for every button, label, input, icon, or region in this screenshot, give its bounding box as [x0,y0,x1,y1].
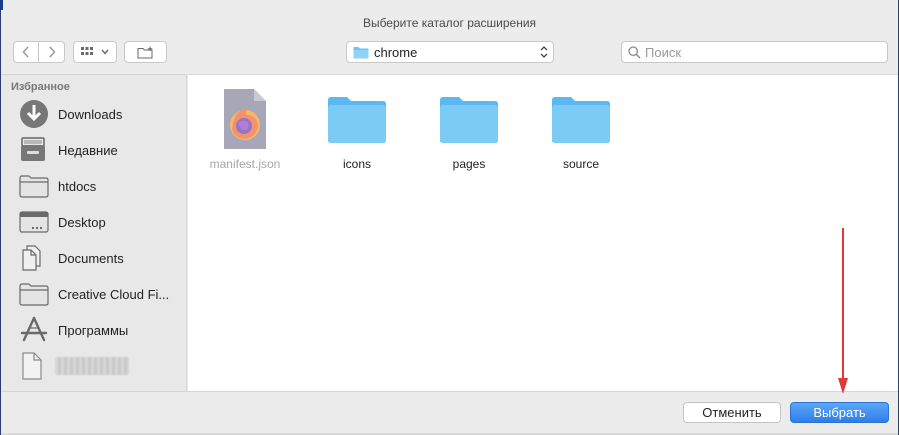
file-name: manifest.json [209,157,281,171]
folder-icon [424,83,514,155]
firefox-document-icon [200,83,290,155]
file-name: source [562,157,600,171]
chevron-left-icon [22,46,29,58]
path-dropdown-label: chrome [374,44,418,60]
search-input[interactable] [645,44,875,60]
sidebar-item-applications[interactable]: Программы [1,315,187,345]
folder-icon [19,279,51,309]
choose-button[interactable]: Выбрать [790,402,889,423]
sidebar-item-label: htdocs [58,178,97,194]
updown-chevron-icon [540,46,548,58]
back-button[interactable] [13,41,39,63]
new-folder-icon [137,46,152,58]
recents-icon [19,135,51,165]
file-name: icons [342,157,371,171]
sidebar-item-label: Desktop [58,214,106,230]
annotation-arrow-icon [838,228,848,394]
file-browser: manifest.json icons pages source [188,74,898,391]
file-chooser-dialog: Выберите каталог расширения chrome Поиск… [0,0,899,435]
sidebar-heading-favorites: Избранное [11,81,70,93]
dialog-title: Выберите каталог расширения [362,16,537,30]
sidebar-item-label: Недавние [58,142,118,158]
new-folder-button[interactable] [124,41,167,63]
applications-icon [19,315,51,345]
view-mode-button[interactable] [73,41,117,63]
file-item-icons[interactable]: icons [312,83,402,171]
sidebar-item-redacted[interactable] [1,351,187,381]
downloads-icon [19,99,51,129]
folder-icon [536,83,626,155]
file-item-source[interactable]: source [536,83,626,171]
sidebar-item-documents[interactable]: Documents [1,243,187,273]
search-field[interactable] [621,41,888,63]
chevron-down-icon [101,49,109,55]
sidebar: Избранное Downloads Недавние htdocs Desk… [1,74,187,391]
redacted-label [55,357,129,375]
sidebar-item-label: Creative Cloud Fi... [58,286,170,302]
documents-icon [19,243,51,273]
sidebar-item-label: Documents [58,250,124,266]
titlebar: Выберите каталог расширения [1,0,898,36]
search-icon [628,45,641,58]
forward-button[interactable] [39,41,65,63]
toolbar: chrome [1,36,898,70]
sidebar-item-desktop[interactable]: Desktop [1,207,187,237]
chevron-right-icon [48,46,56,58]
sidebar-item-creative-cloud-files[interactable]: Creative Cloud Fi... [1,279,187,309]
file-name: pages [452,157,486,171]
folder-icon [353,46,369,58]
folder-icon [312,83,402,155]
document-icon [19,351,51,381]
folder-icon [19,171,51,201]
desktop-icon [19,207,51,237]
sidebar-item-recents[interactable]: Недавние [1,135,187,165]
sidebar-item-downloads[interactable]: Downloads [1,99,187,129]
file-item-manifest[interactable]: manifest.json [200,83,290,171]
dialog-footer: Отменить Выбрать [1,391,898,435]
sidebar-item-label: Downloads [58,106,123,122]
cancel-button[interactable]: Отменить [683,402,781,423]
sidebar-item-htdocs[interactable]: htdocs [1,171,187,201]
sidebar-item-label: Программы [58,322,129,338]
file-item-pages[interactable]: pages [424,83,514,171]
path-dropdown[interactable]: chrome [346,41,554,63]
icon-grid-icon [81,47,93,55]
